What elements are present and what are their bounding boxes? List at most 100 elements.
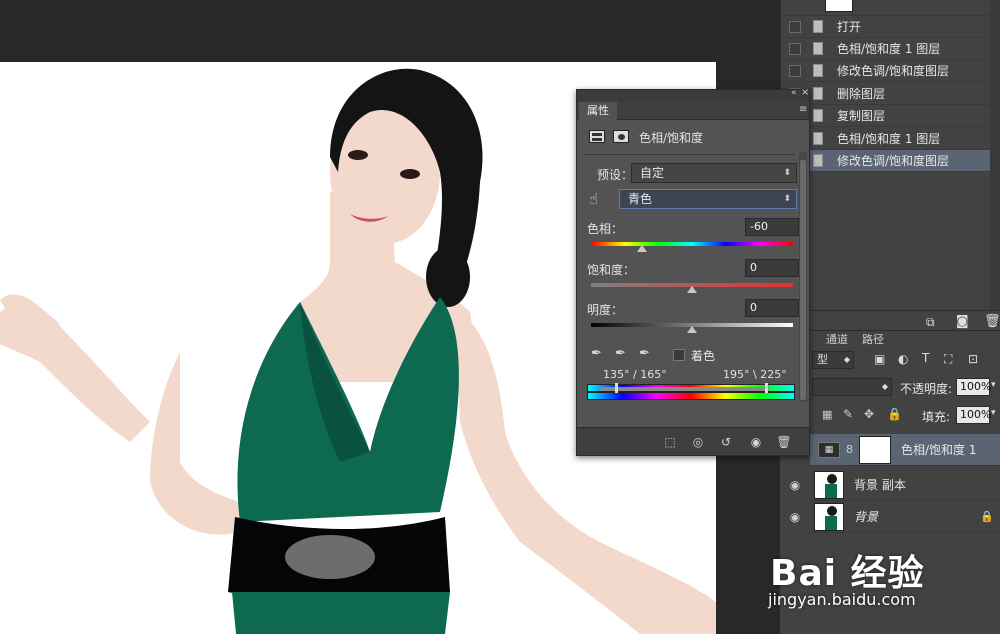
panel-menu-icon[interactable]: ≡ [799, 104, 807, 115]
filter-smart-object-icon[interactable]: ⊡ [968, 352, 978, 366]
filter-type-icon[interactable]: T [922, 351, 929, 365]
colorize-label: 着色 [691, 349, 716, 363]
watermark-url: jingyan.baidu.com [768, 590, 916, 609]
baidu-jingyan-watermark: Bai 经验 jingyan.baidu.com [760, 530, 1000, 634]
chevron-down-icon[interactable]: ▾ [991, 408, 996, 418]
eye-icon[interactable]: ◉ [787, 477, 803, 493]
snapshot-thumbnail [825, 0, 853, 12]
document-icon [813, 20, 823, 33]
lock-all-icon[interactable]: 🔒 [887, 407, 902, 421]
collapse-icon[interactable]: « [791, 88, 797, 98]
mask-icon[interactable] [613, 130, 629, 143]
blend-mode-select[interactable]: ◆ [812, 378, 892, 396]
preset-label: 预设： [597, 168, 634, 182]
properties-scrollbar-thumb[interactable] [800, 160, 806, 400]
history-footer: ⧉ ◙ 🗑 [780, 310, 1000, 332]
history-scrollbar[interactable] [990, 0, 1000, 330]
colorize-checkbox[interactable] [673, 349, 685, 361]
reset-icon[interactable]: ↺ [717, 435, 735, 449]
layer-row-background-copy[interactable]: 背景 副本 [810, 469, 1000, 501]
chain-link-icon[interactable]: 8 [846, 443, 853, 456]
eyedropper-minus-icon[interactable]: ✒ [639, 346, 650, 361]
hue-slider-track[interactable] [591, 242, 793, 246]
lightness-slider-thumb[interactable] [687, 326, 697, 333]
history-item[interactable]: 色相/饱和度 1 图层 [781, 128, 1000, 150]
chevron-down-icon[interactable]: ▾ [991, 380, 996, 390]
properties-titlebar[interactable]: « × [577, 87, 809, 102]
filter-shape-icon[interactable]: ⛶ [944, 352, 952, 367]
updown-arrow-icon: ⬍ [783, 168, 791, 178]
history-snapshot-row[interactable] [781, 0, 1000, 16]
updown-arrow-icon: ◆ [881, 382, 888, 391]
eyedropper-icon[interactable]: ✒ [591, 346, 602, 361]
filter-adjustment-icon[interactable]: ◐ [898, 352, 908, 366]
close-icon[interactable]: × [801, 87, 809, 98]
lock-transparent-icon[interactable]: ▦ [822, 408, 832, 421]
channel-select[interactable]: 青色 ⬍ [619, 189, 797, 209]
tab-paths[interactable]: 路径 [856, 331, 890, 349]
document-icon [813, 42, 823, 55]
preset-value: 自定 [640, 166, 665, 180]
history-item-label: 修改色调/饱和度图层 [837, 64, 950, 78]
history-item-label: 复制图层 [837, 109, 886, 123]
range-selector[interactable] [599, 387, 769, 391]
history-checkbox[interactable] [789, 42, 801, 55]
history-panel: 打开 色相/饱和度 1 图层 修改色调/饱和度图层 删除图层 复制图层 色相/饱… [780, 0, 1000, 330]
history-item[interactable]: 打开 [781, 16, 1000, 38]
eye-icon[interactable]: ◉ [787, 509, 803, 525]
document-icon [813, 87, 823, 100]
history-item-label: 修改色调/饱和度图层 [837, 154, 950, 168]
document-icon [813, 64, 823, 77]
layer-filter-select[interactable]: 型 ◆ [812, 351, 854, 369]
opacity-label: 不透明度: [900, 382, 953, 396]
opacity-field[interactable]: 100% [956, 378, 991, 396]
history-item-active[interactable]: 修改色调/饱和度图层 [781, 150, 1000, 172]
preset-select[interactable]: 自定 ⬍ [631, 163, 797, 183]
clip-to-layer-icon[interactable]: ⬚ [661, 435, 679, 449]
history-item[interactable]: 色相/饱和度 1 图层 [781, 38, 1000, 60]
saturation-label: 饱和度： [587, 263, 636, 277]
history-checkbox[interactable] [789, 20, 801, 33]
targeted-adjustment-hand-icon[interactable]: ☝ [589, 190, 598, 208]
visibility-eye-icon[interactable]: ◉ [747, 435, 765, 449]
history-item[interactable]: 复制图层 [781, 105, 1000, 127]
history-item[interactable]: 修改色调/饱和度图层 [781, 60, 1000, 82]
hue-field[interactable]: -60 [745, 218, 799, 236]
trash-icon[interactable]: 🗑 [775, 435, 793, 449]
range-handle-right[interactable] [765, 383, 768, 393]
range-handle-left[interactable] [615, 383, 618, 393]
layer-thumbnail [814, 470, 844, 499]
history-checkbox[interactable] [789, 64, 801, 77]
camera-icon[interactable]: ◙ [956, 314, 969, 329]
layer-row-background[interactable]: 背景 🔒 [810, 501, 1000, 533]
range-left-values: 135° / 165° [603, 368, 667, 381]
adjustment-icon[interactable] [589, 130, 605, 143]
lock-icon: 🔒 [980, 510, 994, 523]
lightness-field[interactable]: 0 [745, 299, 799, 317]
adjustment-layer-icon: ▦ [818, 441, 840, 458]
properties-tabbar: 属性 ≡ [577, 102, 809, 120]
saturation-slider-thumb[interactable] [687, 286, 697, 293]
saturation-field[interactable]: 0 [745, 259, 799, 277]
fill-field[interactable]: 100% [956, 406, 991, 424]
hue-slider-thumb[interactable] [636, 245, 647, 252]
layer-name: 色相/饱和度 1 [901, 443, 977, 457]
tab-properties[interactable]: 属性 [579, 102, 617, 120]
layer-row-hue-saturation[interactable]: ▦ 8 色相/饱和度 1 [810, 434, 1000, 466]
lock-image-icon[interactable]: ✎ [843, 407, 853, 421]
tab-channels[interactable]: 通道 [820, 331, 854, 349]
properties-panel: « × 属性 ≡ 色相/饱和度 预设： 自定 ⬍ ☝ 青色 ⬍ 色相： -60 … [576, 87, 810, 456]
history-item[interactable]: 删除图层 [781, 83, 1000, 105]
new-document-from-state-icon[interactable]: ⧉ [926, 315, 935, 330]
range-right-values: 195° \ 225° [723, 368, 787, 381]
lock-position-icon[interactable]: ✥ [864, 407, 874, 421]
history-item-label: 色相/饱和度 1 图层 [837, 42, 941, 56]
trash-icon[interactable]: 🗑 [984, 314, 1000, 329]
filter-pixel-icon[interactable]: ▣ [874, 352, 885, 366]
view-previous-state-icon[interactable]: ◎ [689, 435, 707, 449]
layer-name: 背景 副本 [854, 478, 906, 492]
document-icon [813, 132, 823, 145]
eyedropper-plus-icon[interactable]: ✒ [615, 346, 626, 361]
history-item-label: 打开 [837, 20, 862, 34]
layer-mask-thumbnail[interactable] [859, 435, 891, 464]
